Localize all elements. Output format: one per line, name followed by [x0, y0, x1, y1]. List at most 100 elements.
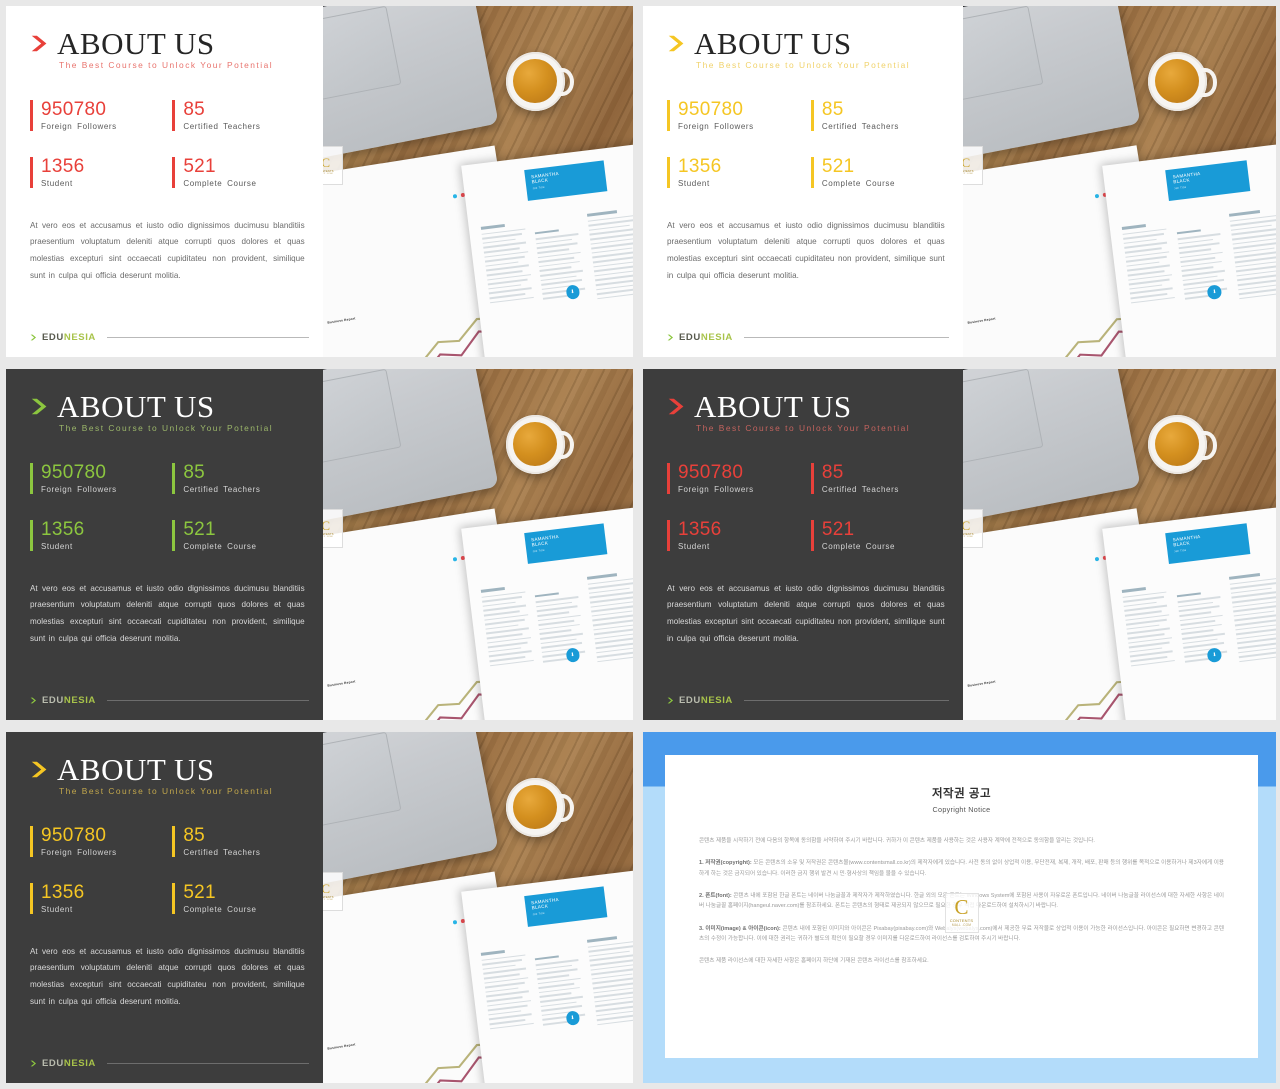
copyright-subtitle: Copyright Notice [932, 805, 991, 814]
logo-part-edu: EDU [679, 694, 701, 706]
laptop-trackpad [322, 369, 403, 465]
stat-accent-bar [172, 519, 176, 551]
chart-bar-segment [326, 314, 338, 317]
chart-bar [417, 1026, 429, 1029]
slide-cell-4[interactable]: ABOUT US The Best Course to Unlock Your P… [637, 363, 1280, 726]
stat-value: 950780 [41, 99, 107, 120]
slide-5[interactable]: ABOUT US The Best Course to Unlock Your P… [6, 732, 633, 1083]
chart-bar-segment [341, 1038, 354, 1041]
stat-accent-bar [810, 519, 814, 551]
stat-value: 1356 [678, 155, 722, 177]
resume-right-column [1229, 570, 1276, 666]
chart-bar-segment [1073, 298, 1086, 300]
stat-accent-bar [30, 519, 33, 551]
slide-1[interactable]: ABOUT US The Best Course to Unlock Your P… [6, 6, 633, 357]
page-title: ABOUT US [57, 389, 215, 424]
office-desk-photo: Business ReportSAMANTHABLACKJob Title⬇CC… [962, 369, 1276, 720]
chart-bar-segment [417, 663, 429, 666]
chart-bar-segment [357, 1036, 369, 1038]
stat-accent-bar [667, 519, 670, 551]
chart-bar-segment [463, 656, 475, 659]
slide-header: ABOUT US The Best Course to Unlock Your P… [30, 754, 307, 796]
laptop-trackpad [322, 732, 403, 828]
stat-accent-bar [810, 100, 814, 131]
slide-cell-2[interactable]: ABOUT US The Best Course to Unlock Your P… [637, 0, 1280, 363]
chart-bar [463, 656, 475, 659]
stat-accent-bar [172, 882, 176, 914]
chart-bar [341, 312, 354, 315]
laptop-trackpad [322, 6, 403, 102]
chart-bar-segment [448, 658, 460, 661]
slide-4[interactable]: ABOUT US The Best Course to Unlock Your P… [643, 369, 1276, 720]
chart-bar-segment [432, 298, 445, 300]
chart-bar [1012, 670, 1025, 673]
stat-value: 1356 [41, 155, 85, 177]
chevron-small-icon [667, 328, 674, 346]
chart-bar-segment [432, 661, 445, 663]
chart-bar-segment [417, 1026, 429, 1029]
stat-block-4: 521 Complete Course [172, 156, 306, 188]
resume-text-line [539, 987, 580, 994]
stat-value: 85 [821, 462, 844, 483]
stat-block-2: 85 Certified Teachers [172, 826, 306, 857]
slide-3[interactable]: ABOUT US The Best Course to Unlock Your P… [6, 369, 633, 720]
chart-bar-segment [448, 295, 460, 298]
chart-bar-segment [402, 302, 414, 305]
coffee-cup-image [1147, 414, 1217, 475]
chart-bar-segment [448, 1021, 460, 1024]
chart-bar-segment [1104, 656, 1116, 659]
chart-bar [463, 293, 475, 296]
chart-bar [432, 1024, 445, 1026]
chart-bar [341, 675, 354, 678]
coffee-cup-image [505, 51, 575, 111]
chart-bar-segment [1012, 670, 1025, 673]
chevron-right-icon [667, 397, 686, 421]
chart-bar-segment [326, 1040, 338, 1043]
chart-bar-segment [326, 677, 338, 680]
chart-bar-segment [372, 307, 384, 310]
office-desk-photo: Business ReportSAMANTHABLACKJob Title⬇CC… [322, 732, 633, 1083]
stat-value: 85 [183, 99, 206, 120]
resume-text-line [539, 261, 580, 268]
slide-2[interactable]: ABOUT US The Best Course to Unlock Your P… [643, 6, 1276, 357]
chart-bar-segment [326, 1040, 338, 1043]
footer-divider [106, 1062, 309, 1064]
slide-header: ABOUT US The Best Course to Unlock Your P… [667, 28, 947, 70]
watermark-letter: C [962, 518, 971, 534]
chart-bar-segment [1058, 300, 1070, 303]
chart-bar-segment [432, 1024, 445, 1026]
chart-bar-segment [1089, 658, 1101, 661]
chart-bar-segment [1089, 295, 1101, 298]
body-paragraph: At vero eos et accusamus et iusto odio d… [667, 583, 945, 643]
watermark-letter: C [954, 895, 969, 920]
chart-bar-segment [1012, 307, 1025, 310]
chart-bar-segment [966, 678, 979, 680]
brand-logo: EDUNESIA [42, 695, 96, 706]
chart-bar-segment [966, 315, 979, 317]
chart-bar-segment [417, 663, 429, 666]
chart-bar [1027, 305, 1040, 308]
body-paragraph: At vero eos et accusamus et iusto odio d… [30, 946, 305, 1006]
chart-bar [372, 670, 384, 673]
slide-cell-1[interactable]: ABOUT US The Best Course to Unlock Your P… [0, 0, 637, 363]
chart-bar [1058, 663, 1070, 666]
chart-bar-segment [966, 678, 979, 680]
download-arrow-icon: ⬇ [1207, 648, 1223, 664]
chart-bar-segment [357, 310, 369, 312]
stat-label: Student [678, 178, 710, 188]
chevron-right-icon [30, 760, 49, 784]
chevron-right-icon [30, 397, 49, 421]
chart-bar-segment [402, 302, 414, 305]
chart-bar-segment [1043, 302, 1055, 305]
chart-bar-segment [326, 314, 338, 317]
resume-text-line [487, 642, 528, 649]
chart-bar-segment [372, 670, 384, 673]
slide-cell-3[interactable]: ABOUT US The Best Course to Unlock Your P… [0, 363, 637, 726]
slide-cell-5[interactable]: ABOUT US The Best Course to Unlock Your P… [0, 726, 637, 1089]
stat-label: Certified Teachers [183, 121, 261, 131]
chart-bar [997, 673, 1009, 676]
copyright-cell[interactable]: 저작권 공고 Copyright Notice 콘텐츠 제품을 시작하기 전에 다음… [637, 726, 1280, 1089]
resume-text-line [487, 279, 528, 286]
stat-block-3: 1356 Student [667, 155, 803, 188]
contents-mall-watermark: CCONTENTSMALL .COM [322, 146, 343, 186]
